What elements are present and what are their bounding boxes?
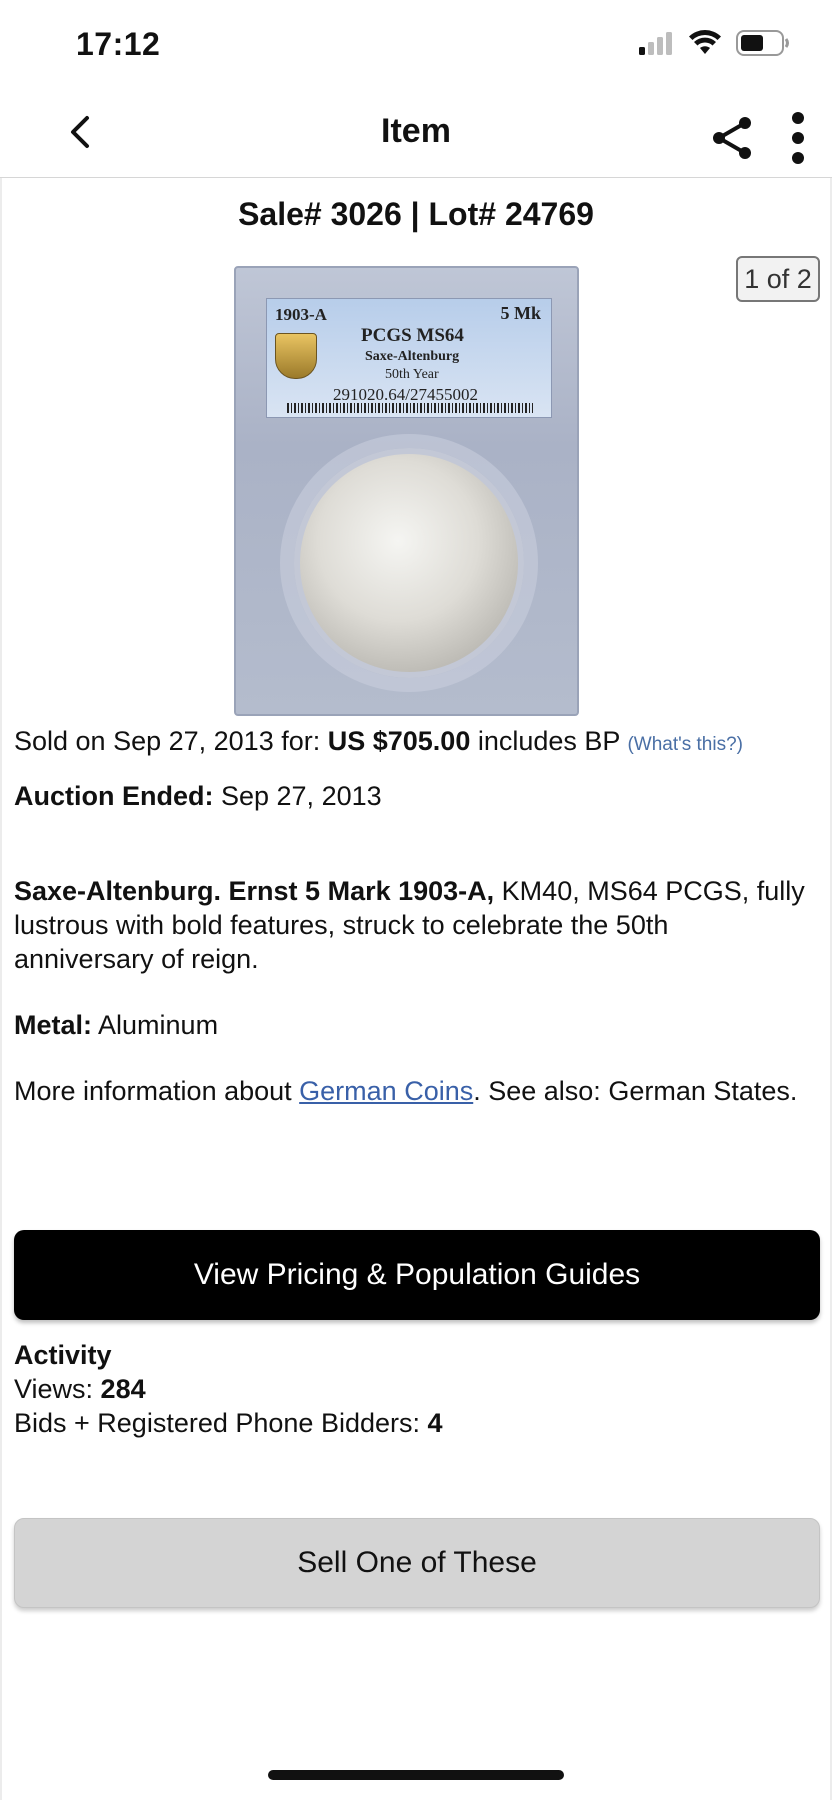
auction-ended-label: Auction Ended: [14, 781, 214, 811]
share-button[interactable] [708, 114, 756, 162]
sold-suffix: includes BP [470, 726, 628, 756]
home-indicator[interactable] [268, 1770, 564, 1780]
slab-grade: PCGS MS64 [361, 325, 464, 346]
sell-one-button[interactable]: Sell One of These [14, 1518, 820, 1608]
slab-variety: 50th Year [385, 367, 439, 382]
bids-label: Bids + Registered Phone Bidders: [14, 1408, 428, 1438]
coin-image[interactable]: 1903-A 5 Mk PCGS MS64 Saxe-Altenburg 50t… [234, 266, 579, 716]
whats-this-link[interactable]: (What's this?) [627, 734, 743, 755]
signal-icon [638, 31, 674, 60]
slab-cert: 291020.64/27455002 [333, 385, 478, 404]
sold-price: US $705.00 [327, 726, 471, 756]
more-vertical-icon [782, 112, 814, 170]
battery-icon [736, 30, 790, 61]
sold-info: Sold on Sep 27, 2013 for: US $705.00 inc… [14, 724, 814, 762]
status-bar: 17:12 [0, 0, 832, 90]
lot-title: Sale# 3026 | Lot# 24769 [238, 196, 594, 232]
slab-label: 1903-A 5 Mk PCGS MS64 Saxe-Altenburg 50t… [266, 298, 552, 418]
more-info-suffix: . See also: German States. [473, 1076, 798, 1106]
view-pricing-button[interactable]: View Pricing & Population Guides [14, 1230, 820, 1320]
views-label: Views: [14, 1374, 101, 1404]
share-icon [708, 117, 756, 166]
nav-bar: Item [0, 90, 832, 178]
metal-value: Aluminum [92, 1010, 219, 1040]
item-description: Saxe-Altenburg. Ernst 5 Mark 1903-A, KM4… [14, 874, 814, 976]
sold-prefix: Sold on Sep 27, 2013 for: [14, 726, 328, 756]
more-info: More information about German Coins. See… [14, 1074, 814, 1108]
item-content: Sale# 3026 | Lot# 24769 1903-A 5 Mk PCGS… [0, 178, 832, 1800]
more-info-prefix: More information about [14, 1076, 300, 1106]
auction-ended-value: Sep 27, 2013 [213, 781, 382, 811]
barcode [287, 403, 533, 413]
metal-label: Metal: [14, 1010, 93, 1040]
auction-ended: Auction Ended: Sep 27, 2013 [14, 779, 814, 813]
pcgs-logo [275, 333, 317, 379]
german-coins-link[interactable]: German Coins [299, 1076, 473, 1106]
status-time: 17:12 [76, 26, 161, 62]
coin [294, 448, 524, 678]
activity-section: Activity Views: 284 Bids + Registered Ph… [14, 1338, 443, 1440]
more-options-button[interactable] [782, 110, 814, 166]
bids-row: Bids + Registered Phone Bidders: 4 [14, 1406, 443, 1440]
bids-value: 4 [427, 1408, 443, 1438]
metal-info: Metal: Aluminum [14, 1008, 814, 1042]
views-row: Views: 284 [14, 1372, 443, 1406]
slab-region: Saxe-Altenburg [365, 349, 460, 364]
slab-date-mint: 1903-A [275, 305, 327, 324]
description-title: Saxe-Altenburg. Ernst 5 Mark 1903-A, [14, 876, 495, 906]
views-value: 284 [100, 1374, 146, 1404]
wifi-icon [688, 30, 722, 61]
status-icons [638, 30, 790, 61]
slab-denomination: 5 Mk [500, 303, 542, 323]
image-counter: 1 of 2 [736, 256, 820, 302]
activity-heading: Activity [14, 1340, 112, 1370]
